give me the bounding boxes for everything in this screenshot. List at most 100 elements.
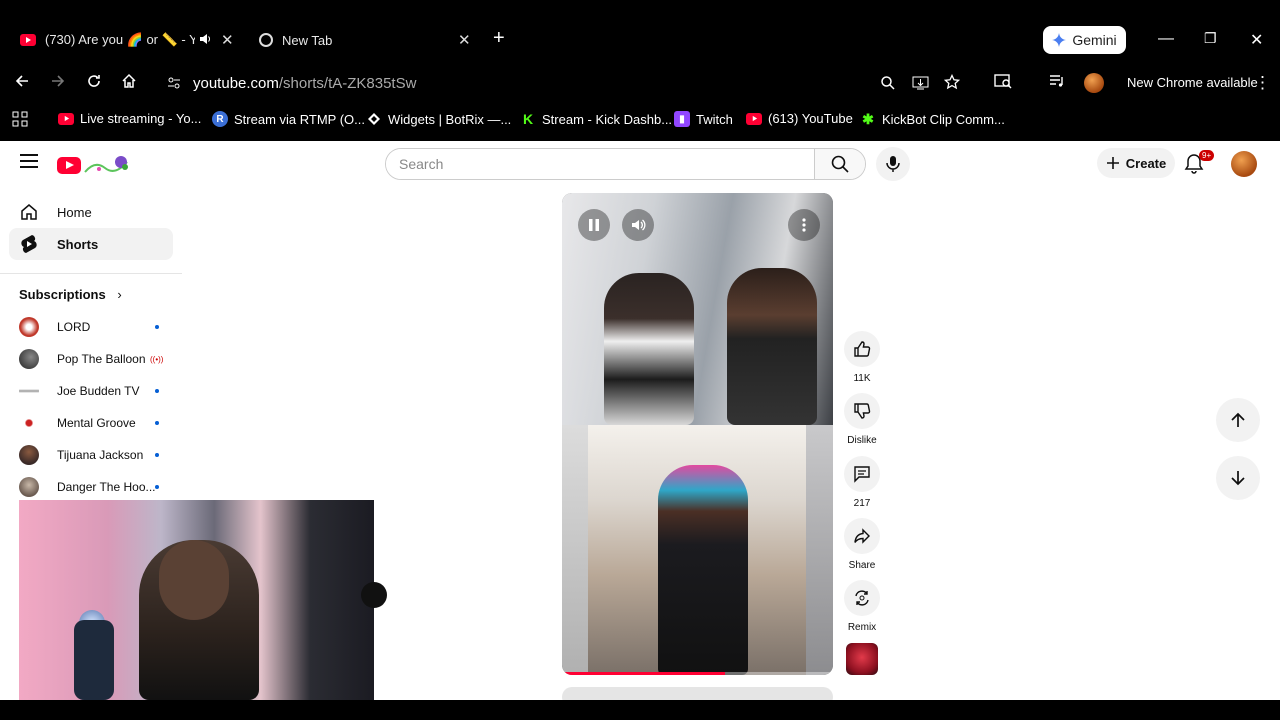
microphone-icon [886,156,900,172]
menu-icon[interactable] [20,154,38,168]
youtube-page: Create 9+ Home Shorts Subscriptions › [0,141,1280,700]
bookmark-label: Widgets | BotRix —... [388,111,512,127]
video-frame-right-strip [806,425,833,675]
youtube-icon [746,112,762,125]
kick-icon: K [522,111,534,127]
taskbar-strip [0,700,1280,720]
youtube-favicon-icon [20,34,36,46]
short-video-player[interactable] [562,193,833,675]
share-button[interactable] [844,518,880,554]
home-icon [19,202,39,222]
channel-avatar [19,413,39,433]
previous-short-button[interactable] [1216,398,1260,442]
volume-button[interactable] [622,209,654,241]
next-short-button[interactable] [1216,456,1260,500]
bookmark-label: KickBot Clip Comm... [882,111,1005,127]
speaker-icon[interactable] [198,32,212,49]
remix-button[interactable] [844,580,880,616]
bookmark-kickbot[interactable]: ✱ KickBot Clip Comm... [860,111,1005,127]
sidebar-item-shorts[interactable]: Shorts [9,228,173,260]
zoom-icon[interactable] [880,75,896,96]
site-info-icon[interactable] [166,75,182,96]
new-tab-button[interactable]: + [493,27,505,50]
gemini-label: Gemini [1072,32,1117,48]
dislike-action: Dislike [844,393,880,446]
subscription-item[interactable]: Danger The Hoo... [19,475,169,499]
bookmark-live-streaming[interactable]: Live streaming - Yo... [58,111,201,126]
chrome-favicon-icon [259,33,273,47]
arrow-up-icon [1231,412,1245,427]
shorts-icon [19,234,39,254]
video-progress-bar[interactable] [562,672,833,675]
collapse-button[interactable] [361,582,387,608]
botrix-icon [366,111,382,127]
thumbs-down-icon [854,403,871,419]
tab-new-tab[interactable]: New Tab ✕ [259,22,477,58]
sidebar-item-home[interactable]: Home [9,196,173,228]
new-content-dot [155,389,159,393]
media-control-icon[interactable] [1049,73,1065,94]
home-icon[interactable] [121,73,137,94]
bookmark-youtube[interactable]: (613) YouTube [746,111,853,126]
profile-avatar[interactable] [1084,73,1104,93]
bookmark-stream-rtmp[interactable]: R Stream via RTMP (O... [212,111,365,127]
share-action: Share [844,518,880,571]
audio-source-thumbnail[interactable] [846,643,878,675]
tab-search-icon[interactable] [994,73,1012,94]
comment-count: 217 [853,498,871,509]
tab-youtube[interactable]: (730) Are you 🌈 or 📏 - You ✕ [20,22,238,58]
comments-button[interactable] [844,456,880,492]
account-avatar[interactable] [1231,151,1257,177]
tab-title: (730) Are you 🌈 or 📏 - You [45,32,195,47]
bookmark-kick[interactable]: K Stream - Kick Dashb... [520,111,672,127]
bookmark-label: Stream - Kick Dashb... [542,111,673,127]
channel-avatar [19,349,39,369]
search-button[interactable] [814,149,865,179]
channel-name: LORD [57,320,91,334]
channel-name: Danger The Hoo... [57,480,156,494]
new-content-dot [155,485,159,489]
next-short-preview[interactable] [562,687,833,700]
restore-icon[interactable]: ❐ [1204,30,1217,47]
address-bar[interactable]: youtube.com/shorts/tA-ZK835tSw [158,67,976,99]
youtube-play-icon [57,156,81,174]
new-content-dot [155,421,159,425]
close-tab-icon[interactable]: ✕ [458,31,471,49]
subscriptions-header[interactable]: Subscriptions › [19,287,122,302]
r-icon: R [212,111,228,127]
subscription-item[interactable]: Mental Groove [19,411,169,435]
bookmark-star-icon[interactable] [943,73,961,95]
pause-button[interactable] [578,209,610,241]
youtube-header: Create 9+ [0,141,1280,185]
close-tab-icon[interactable]: ✕ [221,31,234,49]
back-icon[interactable] [14,73,30,94]
subscription-item[interactable]: Tijuana Jackson [19,443,169,467]
voice-search-button[interactable] [876,147,910,181]
like-button[interactable] [844,331,880,367]
youtube-logo[interactable] [57,154,131,176]
bookmark-twitch[interactable]: ▮ Twitch [674,111,733,127]
subscription-item[interactable]: LORD [19,315,169,339]
channel-name: Mental Groove [57,416,136,430]
subscription-item[interactable]: Pop The Balloon ((•)) [19,347,169,371]
close-window-icon[interactable]: ✕ [1250,30,1263,50]
comment-icon [854,466,870,483]
reload-icon[interactable] [86,73,102,94]
new-chrome-available[interactable]: New Chrome available [1127,75,1258,90]
apps-grid-icon[interactable] [12,111,28,132]
gemini-button[interactable]: Gemini [1043,26,1126,54]
subscription-item[interactable]: Joe Budden TV [19,379,169,403]
bookmark-botrix[interactable]: Widgets | BotRix —... [366,111,511,127]
dislike-button[interactable] [844,393,880,429]
more-options-button[interactable] [788,209,820,241]
youtube-icon [58,112,74,125]
minimize-icon[interactable]: — [1158,30,1174,48]
more-menu-icon[interactable]: ⋮ [1254,73,1271,93]
forward-icon[interactable] [50,73,66,94]
video-person-bottom [658,465,748,675]
search-input[interactable] [386,149,816,179]
install-app-icon[interactable] [912,75,929,96]
video-person-right [727,268,817,425]
create-button[interactable]: Create [1097,148,1175,178]
twitch-icon: ▮ [674,111,690,127]
